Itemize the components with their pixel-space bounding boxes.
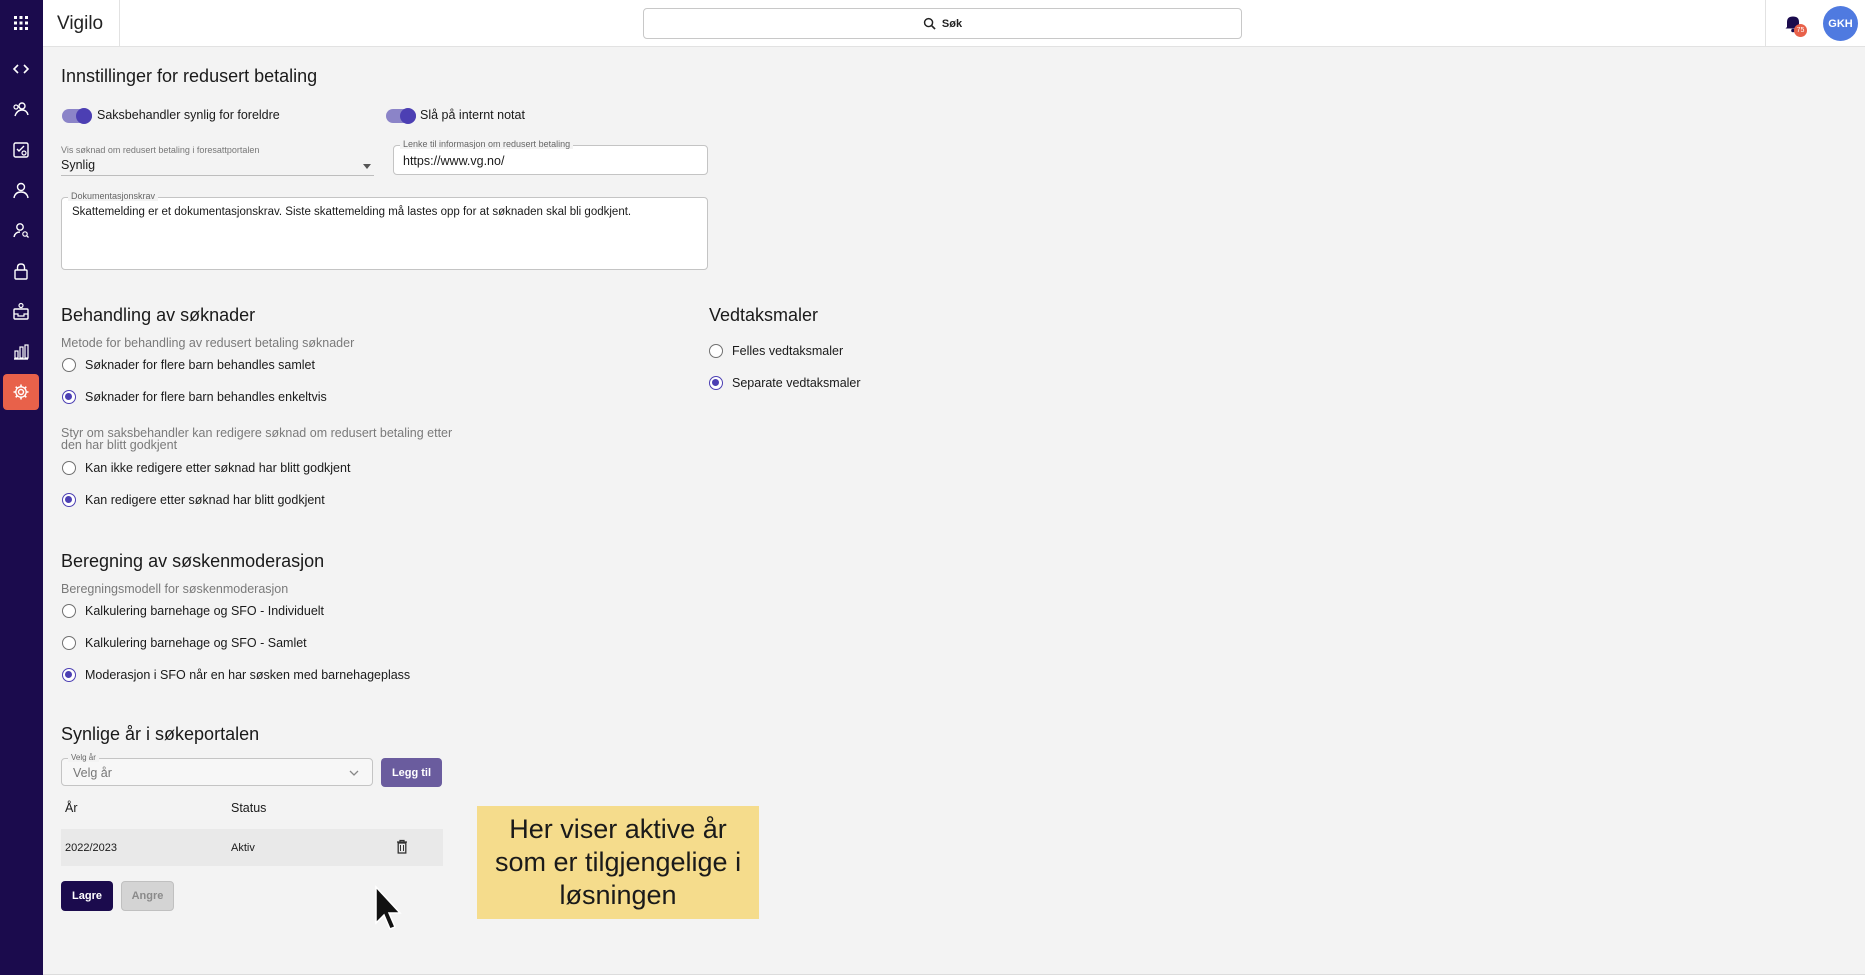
info-link-value: https://www.vg.no/ bbox=[403, 154, 505, 168]
search-label: Søk bbox=[941, 17, 963, 30]
checklist-icon[interactable] bbox=[3, 132, 39, 168]
show-application-select[interactable]: Synlig bbox=[61, 156, 374, 176]
bar-chart-icon[interactable] bbox=[3, 334, 39, 370]
section-title-reduced-payment: Innstillinger for redusert betaling bbox=[61, 66, 318, 86]
lock-icon[interactable] bbox=[3, 253, 39, 289]
code-arrows-icon[interactable] bbox=[3, 51, 39, 87]
radio-method-combined-label: Søknader for flere barn behandles samlet bbox=[85, 358, 315, 372]
inbox-icon[interactable] bbox=[3, 293, 39, 329]
radio-sibling-combined[interactable] bbox=[62, 636, 76, 650]
radio-sibling-individual-label: Kalkulering barnehage og SFO - Individue… bbox=[85, 604, 325, 618]
show-application-label: Vis søknad om redusert betaling i foresa… bbox=[61, 145, 260, 155]
edit-hint: Styr om saksbehandler kan redigere søkna… bbox=[61, 426, 453, 452]
toggle-caseworker-visible[interactable] bbox=[62, 108, 92, 124]
caret-down-icon bbox=[363, 164, 371, 169]
table-cell-year: 2022/2023 bbox=[65, 842, 117, 854]
people-icon[interactable] bbox=[3, 91, 39, 127]
info-link-field[interactable]: https://www.vg.no/ bbox=[393, 145, 708, 175]
radio-method-individual-label: Søknader for flere barn behandles enkelt… bbox=[85, 390, 327, 404]
notification-badge: 75 bbox=[1794, 24, 1807, 37]
documentation-value: Skattemelding er et dokumentasjonskrav. … bbox=[72, 206, 632, 218]
topbar-divider bbox=[1765, 0, 1766, 47]
radio-sibling-individual[interactable] bbox=[62, 604, 76, 618]
radio-shared-templates-label: Felles vedtaksmaler bbox=[732, 344, 844, 358]
toggle-internal-note-label: Slå på internt notat bbox=[420, 108, 525, 122]
user-avatar[interactable]: GKH bbox=[1823, 6, 1858, 41]
table-cell-status: Aktiv bbox=[231, 842, 255, 854]
radio-separate-templates[interactable] bbox=[709, 376, 723, 390]
section-title-processing: Behandling av søknader bbox=[61, 305, 256, 325]
radio-shared-templates[interactable] bbox=[709, 344, 723, 358]
documentation-label: Dokumentasjonskrav bbox=[68, 191, 159, 201]
chevron-down-icon bbox=[349, 770, 359, 776]
gear-icon[interactable] bbox=[3, 374, 39, 410]
method-hint: Metode for behandling av redusert betali… bbox=[61, 336, 355, 350]
info-link-label: Lenke til informasjon om redusert betali… bbox=[400, 139, 574, 149]
add-year-button[interactable]: Legg til bbox=[381, 758, 442, 787]
radio-sibling-combined-label: Kalkulering barnehage og SFO - Samlet bbox=[85, 636, 307, 650]
radio-edit-not-allowed[interactable] bbox=[62, 461, 76, 475]
person-icon[interactable] bbox=[3, 172, 39, 208]
radio-edit-not-allowed-label: Kan ikke redigere etter søknad har blitt… bbox=[85, 461, 351, 475]
sidebar bbox=[0, 0, 43, 975]
radio-separate-templates-label: Separate vedtaksmaler bbox=[732, 376, 861, 390]
toggle-internal-note[interactable] bbox=[386, 108, 416, 124]
section-title-years: Synlige år i søkeportalen bbox=[61, 724, 260, 744]
radio-sibling-sfo-label: Moderasjon i SFO når en har søsken med b… bbox=[85, 668, 411, 682]
documentation-textarea[interactable]: Skattemelding er et dokumentasjonskrav. … bbox=[61, 197, 708, 270]
radio-method-combined[interactable] bbox=[62, 358, 76, 372]
topbar: Vigilo Søk 75 GKH bbox=[43, 0, 1865, 47]
column-header-year: År bbox=[65, 801, 78, 815]
show-application-value: Synlig bbox=[61, 158, 96, 172]
mouse-cursor-icon bbox=[375, 885, 402, 930]
apps-grid-icon[interactable] bbox=[3, 5, 39, 41]
save-button[interactable]: Lagre bbox=[61, 881, 113, 911]
tooltip-callout: Her viser aktive år som er tilgjengelige… bbox=[477, 806, 759, 919]
section-title-templates: Vedtaksmaler bbox=[709, 305, 819, 325]
search-bar[interactable]: Søk bbox=[643, 8, 1242, 39]
year-select[interactable]: Velg år bbox=[61, 758, 373, 786]
app-logo[interactable]: Vigilo bbox=[43, 0, 120, 47]
trash-icon[interactable] bbox=[396, 839, 408, 854]
toggle-caseworker-visible-label: Saksbehandler synlig for foreldre bbox=[97, 108, 280, 122]
radio-method-individual[interactable] bbox=[62, 390, 76, 404]
year-select-placeholder: Velg år bbox=[73, 766, 112, 780]
year-select-label: Velg år bbox=[68, 753, 99, 762]
radio-edit-allowed-label: Kan redigere etter søknad har blitt godk… bbox=[85, 493, 325, 507]
section-title-sibling: Beregning av søskenmoderasjon bbox=[61, 551, 325, 571]
column-header-status: Status bbox=[231, 801, 267, 815]
radio-edit-allowed[interactable] bbox=[62, 493, 76, 507]
user-search-icon[interactable] bbox=[3, 212, 39, 248]
cancel-button[interactable]: Angre bbox=[121, 881, 174, 911]
radio-sibling-sfo[interactable] bbox=[62, 668, 76, 682]
sibling-hint: Beregningsmodell for søskenmoderasjon bbox=[61, 582, 289, 596]
search-icon bbox=[923, 17, 936, 30]
app-window: Vigilo Søk 75 GKH Innstillinger for redu… bbox=[0, 0, 1865, 978]
settings-content: Innstillinger for redusert betaling Saks… bbox=[43, 47, 1865, 975]
